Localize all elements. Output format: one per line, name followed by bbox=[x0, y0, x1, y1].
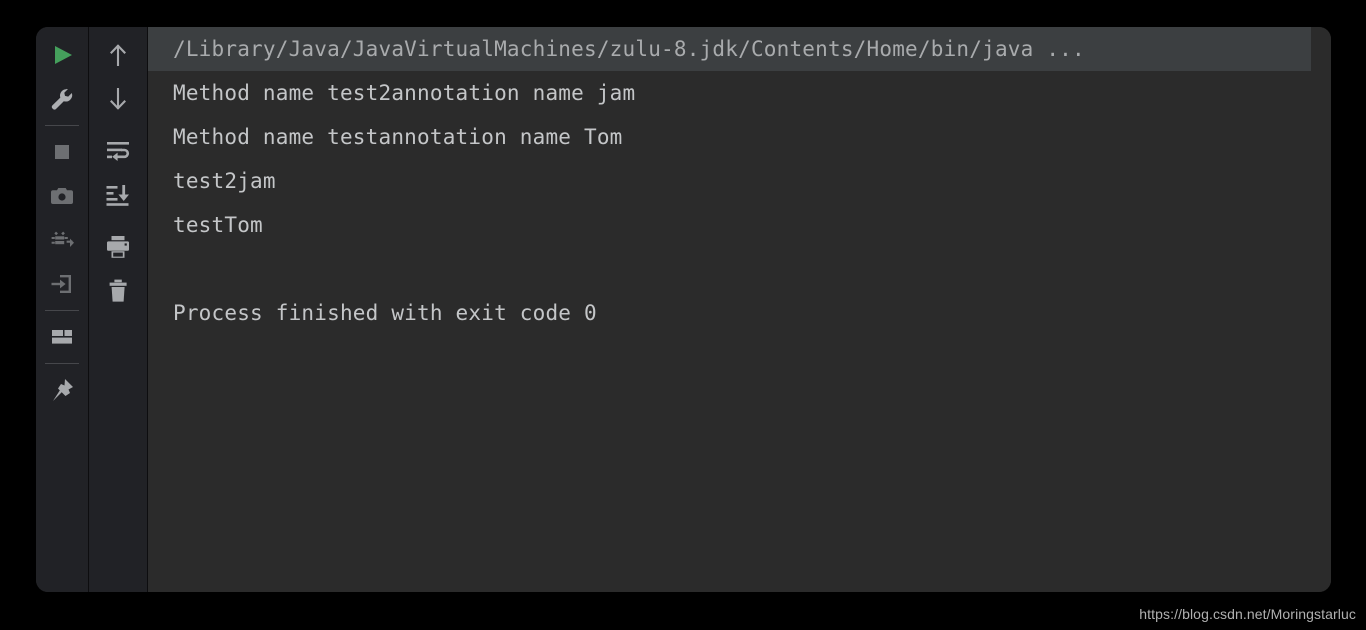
camera-icon bbox=[49, 183, 75, 209]
arrow-into-box-icon bbox=[49, 271, 75, 297]
toolbar-separator-3 bbox=[45, 363, 79, 364]
stop-button[interactable] bbox=[40, 130, 84, 174]
toolbar-separator-2 bbox=[45, 310, 79, 311]
console-output[interactable]: /Library/Java/JavaVirtualMachines/zulu-8… bbox=[148, 27, 1331, 592]
pin-button[interactable] bbox=[40, 368, 84, 412]
scroll-to-end-icon bbox=[104, 181, 132, 209]
clear-all-button[interactable] bbox=[96, 269, 140, 313]
print-button[interactable] bbox=[96, 225, 140, 269]
screenshot-button[interactable] bbox=[40, 174, 84, 218]
console-line-exit-status: Process finished with exit code 0 bbox=[173, 301, 597, 325]
settings-button[interactable] bbox=[40, 77, 84, 121]
layout-grid-icon bbox=[49, 324, 75, 350]
toolbar-separator-1 bbox=[45, 125, 79, 126]
console-line-command: /Library/Java/JavaVirtualMachines/zulu-8… bbox=[148, 27, 1311, 71]
pin-icon bbox=[48, 376, 76, 404]
console-toolbar bbox=[89, 27, 147, 592]
rerun-failed-button[interactable] bbox=[40, 218, 84, 262]
console-line: testTom bbox=[173, 213, 263, 237]
printer-icon bbox=[104, 233, 132, 261]
play-icon bbox=[49, 42, 75, 68]
wrench-icon bbox=[49, 86, 75, 112]
import-button[interactable] bbox=[40, 262, 84, 306]
arrow-down-icon bbox=[104, 85, 132, 113]
layout-button[interactable] bbox=[40, 315, 84, 359]
trash-icon bbox=[104, 277, 132, 305]
soft-wrap-icon bbox=[104, 137, 132, 165]
scroll-up-button[interactable] bbox=[96, 33, 140, 77]
console-line: Method name test2annotation name jam bbox=[173, 81, 636, 105]
stop-square-icon bbox=[49, 139, 75, 165]
soft-wrap-button[interactable] bbox=[96, 129, 140, 173]
console-line: Method name testannotation name Tom bbox=[173, 125, 623, 149]
run-button[interactable] bbox=[40, 33, 84, 77]
arrow-up-icon bbox=[104, 41, 132, 69]
run-toolbar bbox=[36, 27, 88, 592]
scroll-to-end-button[interactable] bbox=[96, 173, 140, 217]
console-line-list: /Library/Java/JavaVirtualMachines/zulu-8… bbox=[148, 27, 1331, 335]
run-tool-window: /Library/Java/JavaVirtualMachines/zulu-8… bbox=[36, 27, 1331, 592]
bug-arrow-icon bbox=[49, 227, 75, 253]
watermark: https://blog.csdn.net/Moringstarluc bbox=[1139, 606, 1356, 622]
scroll-down-button[interactable] bbox=[96, 77, 140, 121]
console-line: test2jam bbox=[173, 169, 276, 193]
